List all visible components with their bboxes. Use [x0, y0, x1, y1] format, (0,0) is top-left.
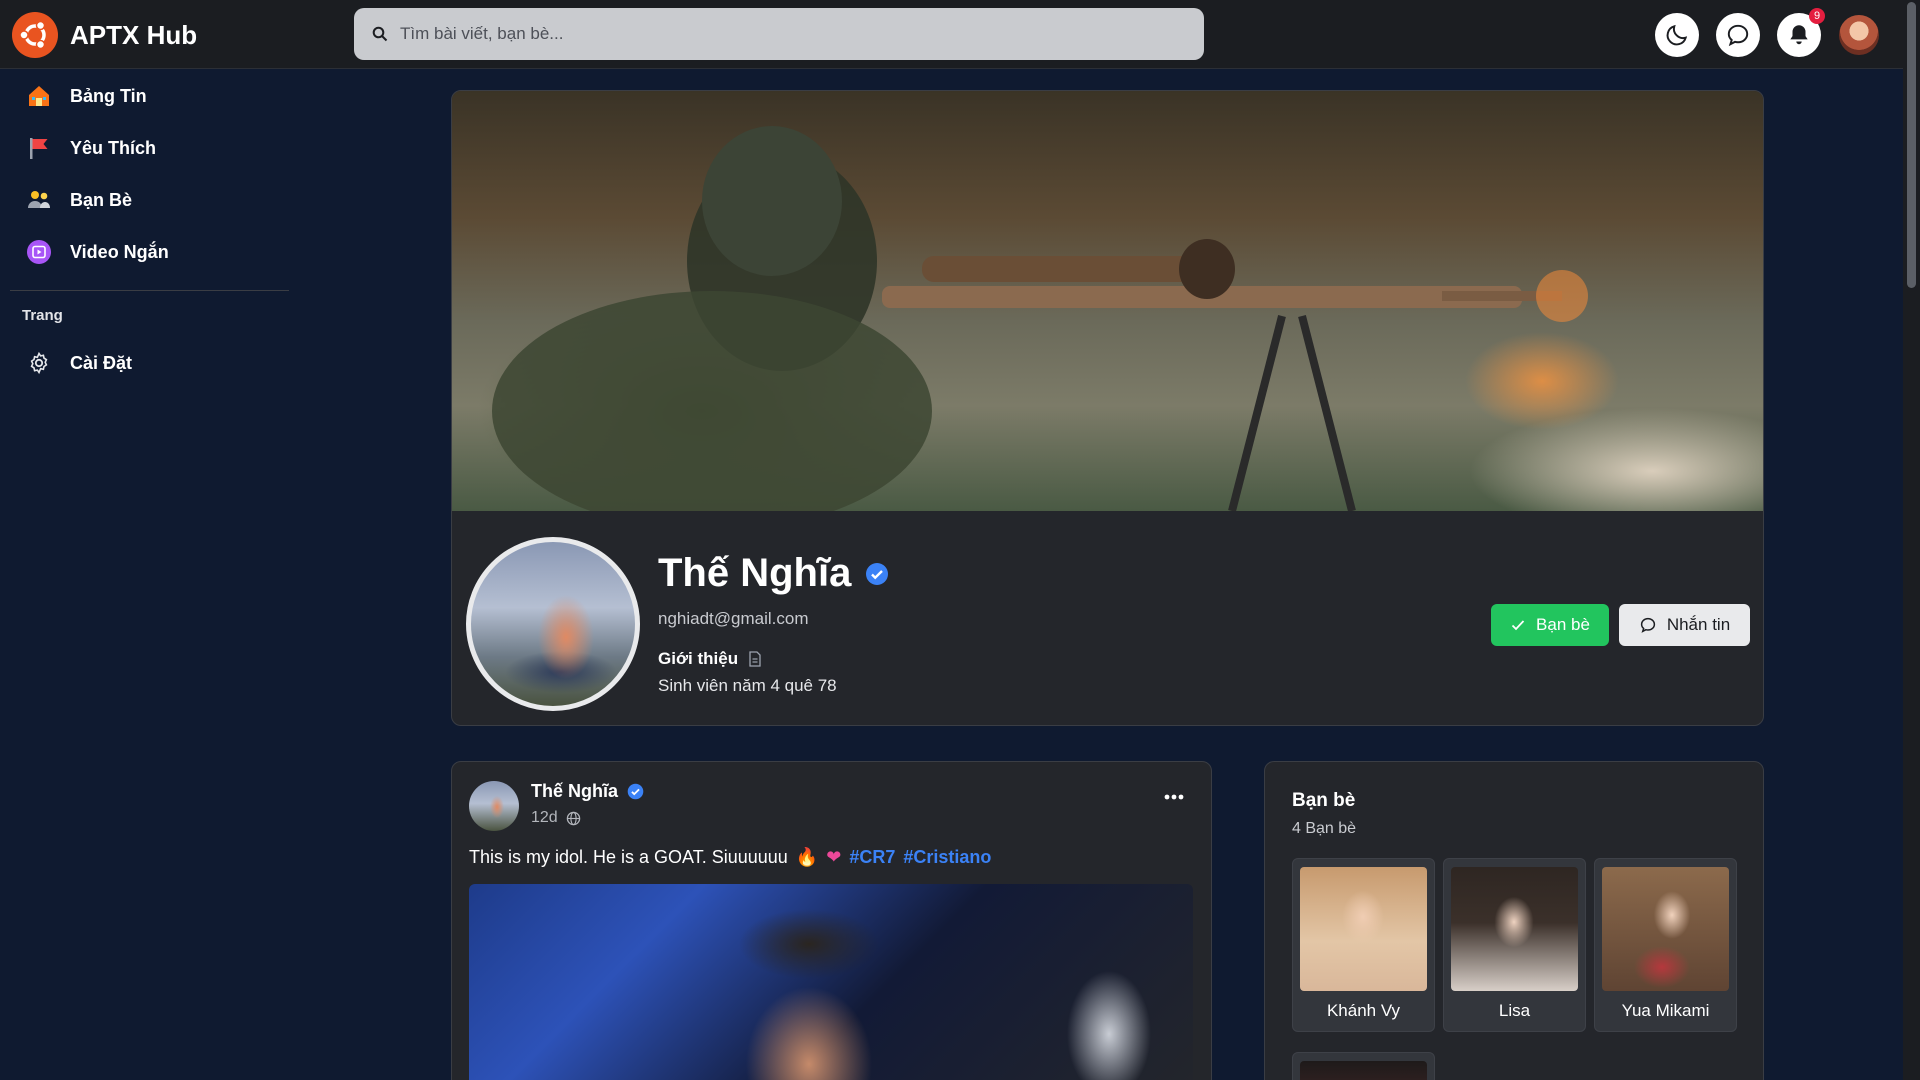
sidebar-item-settings[interactable]: Cài Đặt — [0, 337, 300, 389]
post-time: 12d — [531, 809, 558, 826]
post-body: This is my idol. He is a GOAT. Siuuuuuu — [469, 847, 788, 867]
friends-count: 4 Bạn bè — [1292, 820, 1357, 837]
send-message-button[interactable]: Nhắn tin — [1619, 604, 1750, 646]
fire-emoji-icon: 🔥 — [795, 847, 819, 867]
friend-name: Yua Mikami — [1621, 1001, 1710, 1020]
more-options-icon — [1164, 794, 1184, 800]
friends-icon — [26, 187, 52, 213]
sidebar-item-label: Video Ngắn — [70, 241, 169, 262]
chat-icon — [1727, 24, 1749, 47]
friend-photo — [1300, 1061, 1427, 1080]
sidebar-item-label: Bạn Bè — [70, 189, 133, 210]
post-author-name: Thế Nghĩa — [531, 781, 619, 801]
edit-document-icon[interactable] — [748, 651, 762, 667]
profile-name-text: Thế Nghĩa — [658, 551, 852, 595]
messages-button[interactable] — [1716, 13, 1760, 57]
heart-emoji-icon: ❤ — [826, 847, 842, 867]
post-author[interactable]: Thế Nghĩa — [531, 781, 644, 802]
gear-icon — [26, 350, 52, 376]
friend-photo — [1602, 867, 1729, 991]
check-icon — [1511, 620, 1525, 631]
verified-badge-icon — [627, 783, 644, 800]
search-bar[interactable] — [354, 8, 1204, 60]
notification-badge: 9 — [1809, 8, 1825, 24]
friend-tile[interactable]: Lisa — [1443, 858, 1586, 1032]
video-icon — [26, 239, 52, 265]
sidebar-item-news-feed[interactable]: Bảng Tin — [0, 70, 300, 122]
friend-status-label: Bạn bè — [1536, 615, 1590, 634]
intro-label: Giới thiệu — [658, 649, 762, 669]
friend-name: Khánh Vy — [1326, 1001, 1401, 1020]
sidebar-item-label: Bảng Tin — [70, 85, 147, 106]
sidebar-section-title: Trang — [22, 307, 63, 324]
globe-icon — [566, 811, 580, 825]
profile-card: Thế Nghĩa nghiadt@gmail.com Giới thiệu S… — [451, 90, 1764, 726]
scrollbar[interactable] — [1903, 0, 1920, 1080]
top-navigation-bar: APTX Hub 9 — [0, 0, 1903, 69]
home-icon — [26, 83, 52, 109]
notifications-button[interactable]: 9 — [1777, 8, 1825, 57]
sidebar-item-label: Yêu Thích — [70, 137, 157, 158]
friends-title: Bạn bè — [1292, 790, 1356, 811]
avatar[interactable] — [1839, 15, 1879, 55]
search-icon — [372, 26, 388, 42]
verified-badge-icon — [866, 562, 889, 585]
brand[interactable]: APTX Hub — [12, 12, 197, 58]
moon-icon — [1666, 24, 1688, 46]
sidebar-item-friends[interactable]: Bạn Bè — [0, 174, 300, 226]
sidebar: Bảng Tin Yêu Thích Bạn Bè Video Ngắn Tra… — [0, 70, 300, 389]
post-card: Thế Nghĩa 12d This is my idol. He is a G… — [451, 761, 1212, 1080]
sidebar-divider — [10, 290, 289, 291]
brand-name: APTX Hub — [70, 19, 198, 50]
profile-name: Thế Nghĩa — [658, 551, 889, 596]
intro-text: Sinh viên năm 4 quê 78 — [658, 676, 837, 695]
post-image[interactable] — [469, 884, 1193, 1080]
ubuntu-logo-icon — [12, 12, 58, 58]
post-options-button[interactable] — [1164, 784, 1184, 802]
dark-mode-button[interactable] — [1655, 13, 1699, 57]
sidebar-item-favorites[interactable]: Yêu Thích — [0, 122, 300, 174]
friend-tile[interactable]: Khánh Vy — [1292, 858, 1435, 1032]
search-input[interactable] — [400, 24, 1160, 44]
bell-icon — [1790, 25, 1808, 45]
intro-label-text: Giới thiệu — [658, 649, 739, 668]
sidebar-item-label: Cài Đặt — [70, 352, 133, 373]
cover-photo[interactable] — [452, 91, 1763, 531]
profile-avatar[interactable] — [466, 537, 640, 711]
cover-illustration — [492, 126, 1588, 531]
friends-card: Bạn bè 4 Bạn bè Khánh Vy Lisa Yua Mikami — [1264, 761, 1764, 1080]
friend-name: Lisa — [1498, 1001, 1531, 1020]
friend-photo — [1451, 867, 1578, 991]
post-author-avatar[interactable] — [469, 781, 519, 831]
send-message-label: Nhắn tin — [1666, 615, 1731, 634]
hashtag-link[interactable]: #Cristiano — [903, 847, 991, 868]
scrollbar-thumb[interactable] — [1907, 2, 1916, 288]
flag-icon — [26, 135, 52, 161]
hashtag-link[interactable]: #CR7 — [849, 847, 895, 868]
friend-photo — [1300, 867, 1427, 991]
friend-status-button[interactable]: Bạn bè — [1491, 604, 1609, 646]
post-text: This is my idol. He is a GOAT. Siuuuuuu … — [469, 847, 991, 868]
message-icon — [1640, 617, 1655, 633]
friend-tile[interactable]: Yua Mikami — [1594, 858, 1737, 1032]
post-meta: 12d — [531, 809, 581, 827]
profile-email: nghiadt@gmail.com — [658, 609, 809, 628]
friend-tile[interactable] — [1292, 1052, 1435, 1080]
sidebar-item-short-video[interactable]: Video Ngắn — [0, 226, 300, 278]
